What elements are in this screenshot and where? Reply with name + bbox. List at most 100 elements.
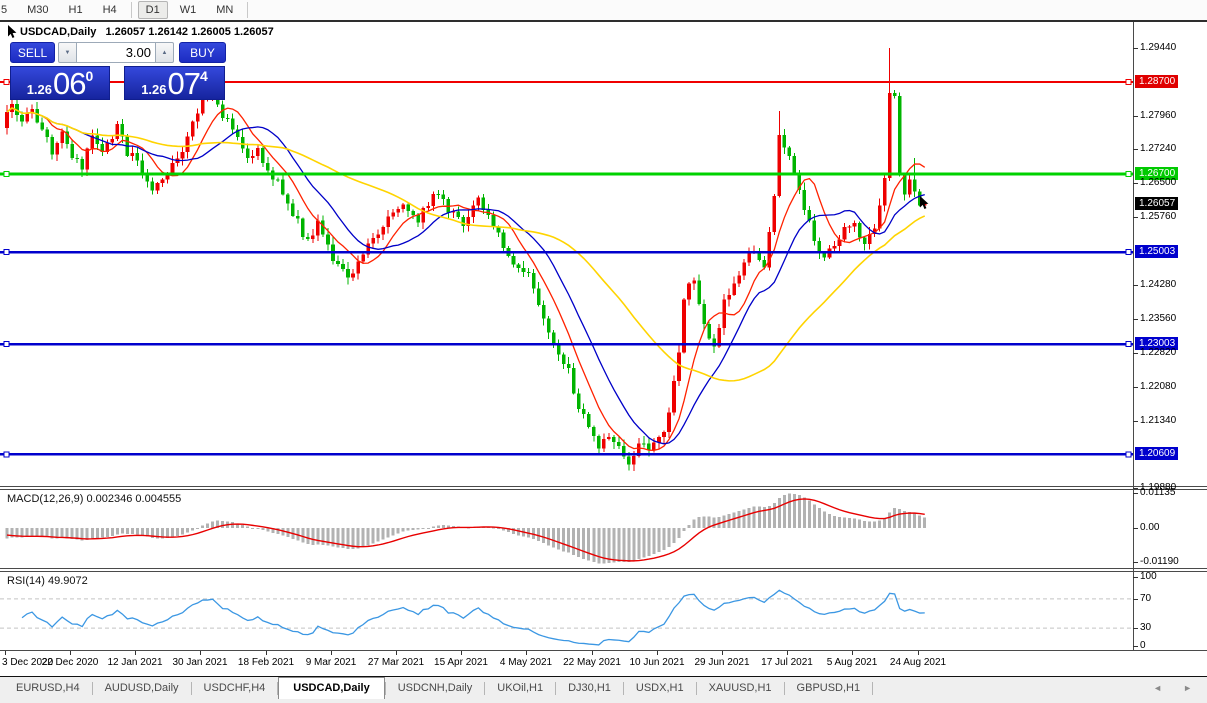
- date-label: 18 Feb 2021: [238, 657, 294, 668]
- candle-body: [552, 332, 556, 343]
- candle-body: [60, 131, 64, 143]
- candle-body: [25, 113, 29, 121]
- candle-body: [70, 144, 74, 158]
- macd-histogram-bar: [221, 521, 224, 528]
- candle-body: [823, 253, 827, 257]
- macd-histogram-bar: [803, 498, 806, 528]
- chart-tab-ukoil[interactable]: UKOil,H1: [485, 677, 555, 698]
- date-tick: [5, 651, 6, 655]
- candle-body: [301, 219, 305, 237]
- date-tick: [331, 651, 332, 655]
- line-handle[interactable]: [1126, 250, 1131, 255]
- price-tick-label: 1.25760: [1140, 211, 1176, 222]
- buy-button[interactable]: BUY: [179, 42, 226, 63]
- volume-decrease-button[interactable]: ▼: [58, 42, 77, 63]
- macd-histogram-bar: [96, 528, 99, 538]
- macd-histogram-bar: [261, 528, 264, 530]
- candle-body: [783, 135, 787, 147]
- sell-price-display[interactable]: 1.26 06 0: [10, 66, 110, 100]
- candle-body: [537, 289, 541, 305]
- date-tick: [722, 651, 723, 655]
- timeframe-button-5[interactable]: 5: [0, 1, 15, 19]
- moving-average-line[interactable]: [7, 108, 925, 450]
- line-handle[interactable]: [4, 342, 9, 347]
- chart-tab-eurusd[interactable]: EURUSD,H4: [4, 677, 92, 698]
- date-tick: [657, 651, 658, 655]
- date-axis[interactable]: 3 Dec 202022 Dec 202012 Jan 202130 Jan 2…: [0, 651, 1207, 676]
- macd-histogram-bar: [26, 528, 29, 537]
- macd-signal-line: [7, 499, 925, 561]
- price-scale[interactable]: 1.294401.287001.279601.272401.267001.265…: [1134, 22, 1207, 650]
- chart-tab-usdcnh[interactable]: USDCNH,Daily: [386, 677, 485, 698]
- timeframe-button-w1[interactable]: W1: [172, 1, 205, 19]
- candle-body: [607, 437, 611, 439]
- candle-body: [286, 194, 290, 203]
- date-tick: [526, 651, 527, 655]
- candle-body: [416, 215, 420, 223]
- candle-body: [707, 324, 711, 338]
- chart-tab-xauusd[interactable]: XAUUSD,H1: [697, 677, 784, 698]
- date-tick: [200, 651, 201, 655]
- line-handle[interactable]: [1126, 172, 1131, 177]
- line-handle[interactable]: [4, 250, 9, 255]
- price-tick: [1133, 387, 1138, 388]
- macd-histogram-bar: [678, 528, 681, 538]
- line-handle[interactable]: [4, 80, 9, 85]
- volume-increase-button[interactable]: ▲: [155, 42, 174, 63]
- timeframe-toolbar: 5M30 H1H4 D1W1MN: [0, 0, 1207, 20]
- indicator-tick: [1133, 528, 1138, 529]
- main-chart-panel[interactable]: USDCAD,Daily 1.26057 1.26142 1.26005 1.2…: [0, 22, 1134, 486]
- date-label: 4 May 2021: [500, 657, 552, 668]
- chart-tab-audusd[interactable]: AUDUSD,Daily: [93, 677, 191, 698]
- price-line-label: 1.25003: [1135, 245, 1178, 258]
- candle-body: [85, 149, 89, 170]
- macd-histogram-bar: [557, 528, 560, 549]
- timeframe-button-h4[interactable]: H4: [95, 1, 125, 19]
- candle-body: [547, 319, 551, 333]
- macd-histogram-bar: [41, 528, 44, 537]
- line-handle[interactable]: [4, 452, 9, 457]
- sell-button[interactable]: SELL: [10, 42, 55, 63]
- volume-input[interactable]: [77, 42, 155, 63]
- date-label: 30 Jan 2021: [172, 657, 227, 668]
- timeframe-button-d1[interactable]: D1: [138, 1, 168, 19]
- macd-panel[interactable]: MACD(12,26,9) 0.002346 0.004555: [0, 490, 1134, 568]
- macd-histogram-bar: [642, 528, 645, 557]
- candle-body: [883, 178, 887, 206]
- chart-tab-gbpusd[interactable]: GBPUSD,H1: [785, 677, 873, 698]
- date-label: 10 Jun 2021: [629, 657, 684, 668]
- rsi-panel[interactable]: RSI(14) 49.9072: [0, 572, 1134, 650]
- candle-body: [863, 238, 867, 244]
- line-handle[interactable]: [1126, 452, 1131, 457]
- macd-histogram-bar: [908, 512, 911, 528]
- chart-tab-dj30[interactable]: DJ30,H1: [556, 677, 623, 698]
- timeframe-button-m30[interactable]: M30: [19, 1, 56, 19]
- candle-body: [778, 135, 782, 196]
- date-tick: [852, 651, 853, 655]
- moving-average-line[interactable]: [7, 108, 925, 444]
- macd-histogram-bar: [372, 528, 375, 543]
- candle-body: [612, 437, 616, 442]
- macd-histogram-bar: [758, 507, 761, 528]
- macd-histogram-bar: [632, 528, 635, 561]
- tab-scroll-left-icon[interactable]: ◄: [1153, 683, 1162, 693]
- tab-scroll-right-icon[interactable]: ►: [1183, 683, 1192, 693]
- date-label: 17 Jul 2021: [761, 657, 813, 668]
- indicator-tick: [1133, 493, 1138, 494]
- line-handle[interactable]: [1126, 342, 1131, 347]
- moving-average-line[interactable]: [7, 108, 925, 381]
- macd-histogram-bar: [577, 528, 580, 557]
- buy-price-display[interactable]: 1.26 07 4: [124, 66, 225, 100]
- chart-tab-usdcad[interactable]: USDCAD,Daily: [278, 677, 384, 699]
- macd-histogram-bar: [66, 528, 69, 538]
- macd-histogram-bar: [36, 528, 39, 536]
- timeframe-button-h1[interactable]: H1: [61, 1, 91, 19]
- timeframe-button-mn[interactable]: MN: [208, 1, 241, 19]
- chart-tab-usdx[interactable]: USDX,H1: [624, 677, 696, 698]
- candle-body: [196, 113, 200, 121]
- macd-histogram-bar: [512, 528, 515, 534]
- chart-tab-usdchf[interactable]: USDCHF,H4: [192, 677, 278, 698]
- macd-histogram-bar: [808, 501, 811, 528]
- line-handle[interactable]: [1126, 80, 1131, 85]
- line-handle[interactable]: [4, 172, 9, 177]
